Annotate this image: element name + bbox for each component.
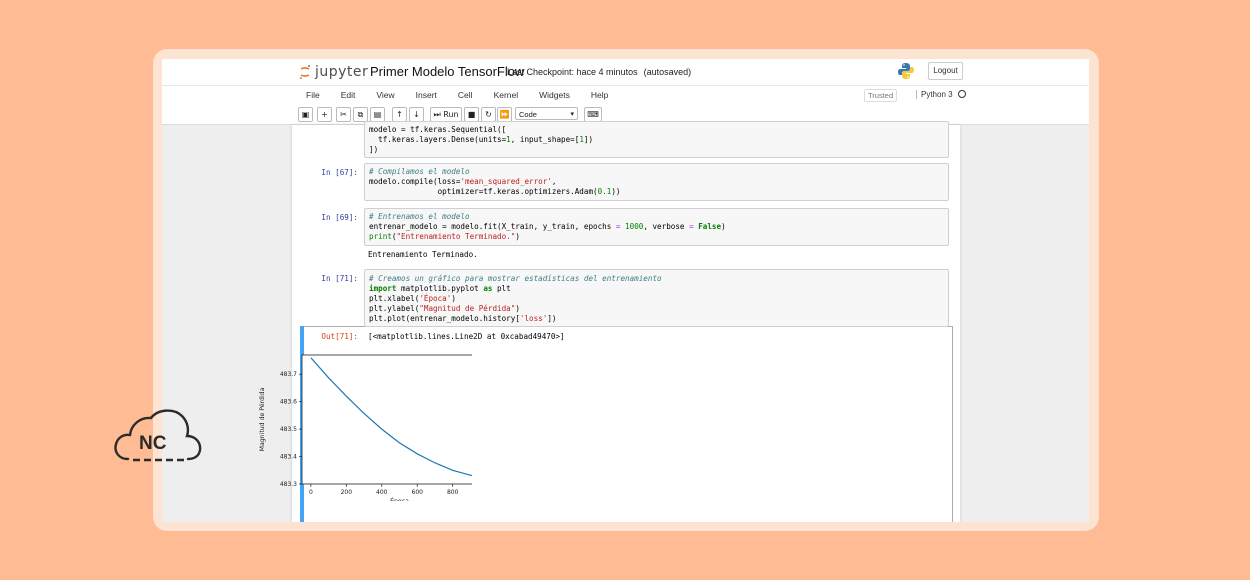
menu-kernel[interactable]: Kernel <box>494 90 519 100</box>
move-down-button[interactable]: ↓ <box>409 107 424 122</box>
code-block: modelo = tf.keras.Sequential([ tf.keras.… <box>369 125 593 155</box>
code-cell-input[interactable]: modelo = tf.keras.Sequential([ tf.keras.… <box>364 121 949 158</box>
kernel-idle-icon <box>957 90 966 98</box>
plot-area <box>301 354 472 485</box>
code-comment: # Creamos un gráfico para mostrar estadí… <box>369 274 662 283</box>
notebook-title[interactable]: Primer Modelo TensorFlow <box>370 64 524 79</box>
copy-icon: ⧉ <box>357 110 364 119</box>
x-tick-label: 800 <box>447 489 459 496</box>
code-line: plt.plot(entrenar_modelo.history['loss']… <box>369 314 557 323</box>
cell-prompt: In [71]: <box>321 274 358 283</box>
code-block: # Entrenamos el modelo entrenar_modelo =… <box>369 212 726 242</box>
fast-forward-icon: ⏩ <box>499 110 510 119</box>
code-line: modelo.compile(loss='mean_squared_error'… <box>369 177 557 186</box>
nc-logo-text: NC <box>139 433 167 454</box>
paste-icon: ▤ <box>373 110 382 119</box>
paste-button[interactable]: ▤ <box>370 107 385 122</box>
x-tick-label: 600 <box>412 489 424 496</box>
menu-insert[interactable]: Insert <box>416 90 437 100</box>
y-tick-label: 483.7 <box>280 371 297 378</box>
cell-prompt: In [67]: <box>321 168 358 177</box>
loss-chart: 02004006008001000483.3483.4483.5483.6483… <box>258 354 472 501</box>
restart-run-all-button[interactable]: ⏩ <box>497 107 512 122</box>
code-line: ]) <box>369 145 379 154</box>
run-label: Run <box>443 110 459 119</box>
menu-widgets[interactable]: Widgets <box>539 90 570 100</box>
plus-icon: + <box>321 110 328 119</box>
y-tick-label: 483.5 <box>280 426 297 433</box>
menu-list: File Edit View Insert Cell Kernel Widget… <box>306 90 629 100</box>
x-tick-label: 0 <box>309 489 313 496</box>
code-line: plt.ylabel("Magnitud de Pérdida") <box>369 304 520 313</box>
jupyter-window: jupyter Primer Modelo TensorFlow Last Ch… <box>162 59 1089 522</box>
kernel-name: Python 3 <box>921 90 953 99</box>
code-comment: # Entrenamos el modelo <box>369 212 470 221</box>
code-cell-input[interactable]: # Creamos un gráfico para mostrar estadí… <box>364 269 949 327</box>
menu-view[interactable]: View <box>376 90 394 100</box>
restart-icon: ↻ <box>485 110 492 119</box>
code-line: print("Entrenamiento Terminado.") <box>369 232 520 241</box>
interrupt-button[interactable]: ■ <box>464 107 479 122</box>
x-tick-label: 200 <box>341 489 353 496</box>
notebook-header: jupyter Primer Modelo TensorFlow Last Ch… <box>162 59 1089 85</box>
code-block: # Compilamos el modelo modelo.compile(lo… <box>369 167 620 197</box>
code-line: import matplotlib.pyplot as plt <box>369 284 511 293</box>
code-line: entrenar_modelo = modelo.fit(X_train, y_… <box>369 222 726 231</box>
code-line: tf.keras.layers.Dense(units=1, input_sha… <box>369 135 594 144</box>
step-forward-icon: ⏭ <box>433 110 441 119</box>
save-button[interactable]: ▣ <box>298 107 313 122</box>
y-axis-label: Magnitud de Pérdida <box>258 387 266 451</box>
code-line: optimizer=tf.keras.optimizers.Adam(0.1)) <box>369 187 621 196</box>
code-comment: # Compilamos el modelo <box>369 167 470 176</box>
menu-help[interactable]: Help <box>591 90 608 100</box>
y-tick-label: 483.6 <box>280 399 297 406</box>
cell-prompt: In [69]: <box>321 213 358 222</box>
nc-cloud-logo: NC <box>114 409 202 462</box>
y-tick-label: 483.3 <box>280 481 297 488</box>
save-icon: ▣ <box>301 110 310 119</box>
code-line: modelo = tf.keras.Sequential([ <box>369 125 507 134</box>
cell-type-select[interactable]: Code ▾ <box>515 107 578 120</box>
chevron-down-icon: ▾ <box>570 111 574 118</box>
insert-cell-button[interactable]: + <box>317 107 332 122</box>
logout-button[interactable]: Logout <box>928 62 963 80</box>
run-button[interactable]: ⏭ Run <box>430 107 462 122</box>
jupyter-ring-icon <box>300 65 310 79</box>
checkpoint-text: Last Checkpoint: hace 4 minutos <box>507 67 638 77</box>
menubar: File Edit View Insert Cell Kernel Widget… <box>162 85 1089 105</box>
autosaved-text: (autosaved) <box>643 67 692 77</box>
y-tick-label: 483.4 <box>280 454 297 461</box>
restart-button[interactable]: ↻ <box>481 107 496 122</box>
cut-button[interactable]: ✂ <box>336 107 351 122</box>
kernel-indicator: Python 3 <box>916 90 966 99</box>
arrow-up-icon: ↑ <box>396 110 403 119</box>
x-tick-label: 400 <box>376 489 388 496</box>
jupyter-wordmark: jupyter <box>315 64 369 80</box>
arrow-down-icon: ↓ <box>413 110 420 119</box>
move-up-button[interactable]: ↑ <box>392 107 407 122</box>
menu-file[interactable]: File <box>306 90 320 100</box>
cell-type-value: Code <box>519 110 537 119</box>
python-logo-icon <box>898 63 914 79</box>
checkpoint-status: Last Checkpoint: hace 4 minutos (autosave… <box>507 67 691 77</box>
scissors-icon: ✂ <box>340 110 347 119</box>
code-block: # Creamos un gráfico para mostrar estadí… <box>369 274 662 324</box>
cell-output-prompt: Out[71]: <box>321 332 358 341</box>
command-palette-button[interactable]: ⌨ <box>584 107 602 122</box>
menu-cell[interactable]: Cell <box>458 90 473 100</box>
cell-output-text: Entrenamiento Terminado. <box>368 250 478 259</box>
menu-edit[interactable]: Edit <box>341 90 356 100</box>
trusted-badge[interactable]: Trusted <box>864 89 898 102</box>
code-cell-input[interactable]: # Compilamos el modelo modelo.compile(lo… <box>364 163 949 201</box>
keyboard-icon: ⌨ <box>587 110 599 119</box>
stop-icon: ■ <box>467 110 476 119</box>
jupyter-logo[interactable]: jupyter <box>299 63 368 81</box>
copy-button[interactable]: ⧉ <box>353 107 368 122</box>
x-axis-label: Época <box>390 496 409 501</box>
code-line: plt.xlabel('Época') <box>369 294 456 303</box>
code-cell-input[interactable]: # Entrenamos el modelo entrenar_modelo =… <box>364 208 949 246</box>
